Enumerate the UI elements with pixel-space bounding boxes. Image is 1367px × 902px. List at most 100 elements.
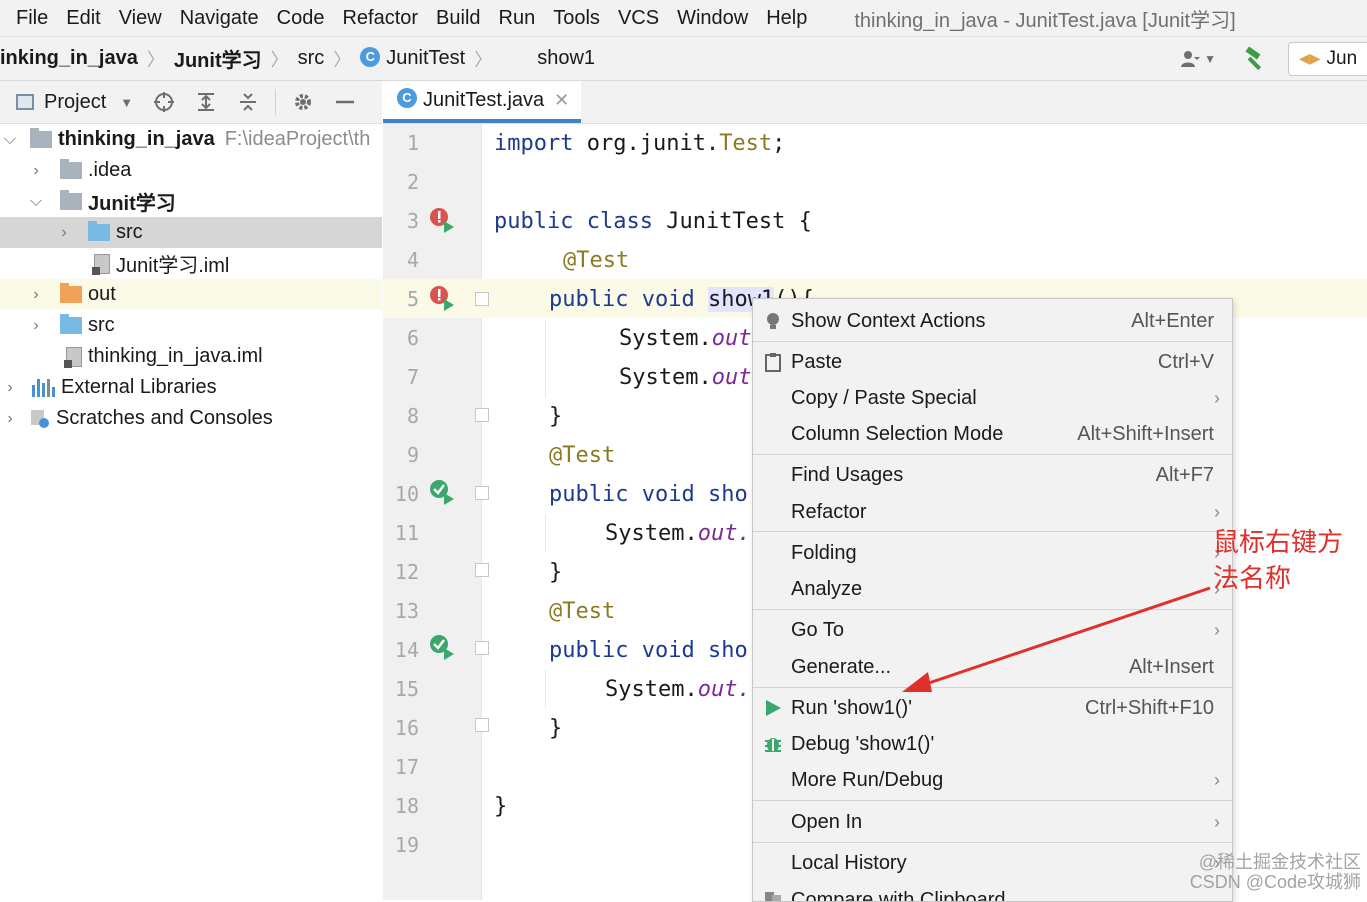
tree-item-out[interactable]: › out	[0, 279, 382, 310]
menu-item-more-run-debug[interactable]: More Run/Debug ›	[753, 763, 1232, 797]
fold-marker-icon[interactable]	[475, 718, 489, 732]
compare-icon	[765, 892, 781, 901]
tree-item-external-libraries[interactable]: › External Libraries	[0, 372, 382, 403]
chevron-right-icon[interactable]: ›	[26, 162, 46, 180]
breadcrumb-project[interactable]: inking_in_java	[0, 47, 138, 70]
chevron-right-icon: 〉	[333, 49, 352, 70]
menu-file[interactable]: File	[0, 7, 57, 30]
menu-run[interactable]: Run	[490, 7, 545, 30]
folder-icon	[60, 159, 82, 179]
fold-marker-icon[interactable]	[475, 408, 489, 422]
chevron-right-icon[interactable]: ›	[26, 286, 46, 304]
menu-code[interactable]: Code	[268, 7, 334, 30]
line-number: 11	[394, 521, 419, 545]
build-hammer-icon[interactable]	[1242, 46, 1268, 72]
navigation-bar: inking_in_java 〉 Junit学习 〉 src 〉 C JunitT…	[0, 37, 1367, 81]
code-line-3: public class JunitTest {	[494, 209, 812, 234]
menu-help[interactable]: Help	[757, 7, 816, 30]
code-line-18: }	[494, 794, 508, 819]
chevron-down-icon[interactable]: ▼	[120, 95, 133, 110]
menu-item-column-selection-mode[interactable]: Column Selection Mode Alt+Shift+Insert	[753, 417, 1232, 451]
breadcrumb-src[interactable]: src	[298, 47, 325, 70]
breadcrumb-module[interactable]: Junit学习	[174, 44, 262, 73]
tree-item-idea[interactable]: › .idea	[0, 155, 382, 186]
indent-guide	[545, 514, 546, 552]
menu-build[interactable]: Build	[427, 7, 489, 30]
menu-item-refactor[interactable]: Refactor ›	[753, 495, 1232, 529]
code-line-10: public void sho	[549, 482, 748, 507]
run-test-error-icon[interactable]	[429, 285, 455, 311]
tree-item-src[interactable]: › src	[0, 310, 382, 341]
menu-item-generate[interactable]: Generate... Alt+Insert	[753, 650, 1232, 684]
collapse-all-icon[interactable]	[235, 89, 261, 115]
chevron-right-icon[interactable]: ›	[0, 379, 20, 397]
tree-item-src-selected[interactable]: › src	[0, 217, 382, 248]
tree-item-scratches[interactable]: › Scratches and Consoles	[0, 403, 382, 434]
line-number: 8	[406, 404, 419, 428]
run-class-error-icon[interactable]	[429, 207, 455, 233]
tab-junittest-java[interactable]: C JunitTest.java ✕	[383, 81, 581, 123]
module-folder-icon	[30, 128, 52, 148]
line-number: 14	[394, 638, 419, 662]
menu-item-local-history[interactable]: Local History ›	[753, 846, 1232, 880]
chevron-down-icon[interactable]: ▼	[1204, 52, 1216, 66]
menu-item-debug-show1[interactable]: Debug 'show1()'	[753, 727, 1232, 761]
gear-icon[interactable]	[290, 89, 316, 115]
menu-separator	[753, 800, 1232, 801]
line-number: 10	[394, 482, 419, 506]
tree-item-junit-iml[interactable]: Junit学习.iml	[0, 248, 382, 279]
menu-edit[interactable]: Edit	[57, 7, 109, 30]
code-line-1: import org.junit.Test;	[494, 131, 786, 156]
close-icon[interactable]: ✕	[554, 90, 569, 111]
chevron-right-icon[interactable]: ›	[0, 410, 20, 428]
menu-item-copy-paste-special[interactable]: Copy / Paste Special ›	[753, 381, 1232, 415]
code-line-11: System.out.	[605, 521, 751, 546]
breadcrumb-method[interactable]: show1	[537, 47, 595, 70]
user-icon[interactable]	[1180, 49, 1201, 69]
clipboard-icon	[765, 353, 781, 372]
tree-item-project-iml[interactable]: thinking_in_java.iml	[0, 341, 382, 372]
menu-window[interactable]: Window	[668, 7, 757, 30]
project-view-selector[interactable]: Project	[44, 91, 106, 114]
menu-item-folding[interactable]: Folding ›	[753, 536, 1232, 570]
menu-refactor[interactable]: Refactor	[333, 7, 427, 30]
locate-crosshair-icon[interactable]	[151, 89, 177, 115]
tree-item-thinking-in-java[interactable]: ⌵ thinking_in_java F:\ideaProject\th	[0, 124, 382, 155]
tree-item-junit-module[interactable]: ⌵ Junit学习	[0, 186, 382, 217]
menu-tools[interactable]: Tools	[544, 7, 609, 30]
menu-view[interactable]: View	[110, 7, 171, 30]
menu-item-find-usages[interactable]: Find Usages Alt+F7	[753, 458, 1232, 492]
project-view-icon	[16, 94, 34, 110]
menu-item-run-show1[interactable]: Run 'show1()' Ctrl+Shift+F10	[753, 691, 1232, 725]
chevron-down-icon[interactable]: ⌵	[0, 131, 20, 149]
chevron-right-icon[interactable]: ›	[54, 224, 74, 242]
menu-item-open-in[interactable]: Open In ›	[753, 805, 1232, 839]
chevron-down-icon[interactable]: ⌵	[26, 193, 46, 211]
menu-item-compare-with-clipboard[interactable]: Compare with Clipboard	[753, 883, 1232, 901]
editor-tab-bar: C JunitTest.java ✕	[383, 81, 1367, 124]
menu-navigate[interactable]: Navigate	[171, 7, 268, 30]
fold-marker-icon[interactable]	[475, 641, 489, 655]
fold-marker-icon[interactable]	[475, 292, 489, 306]
fold-marker-icon[interactable]	[475, 563, 489, 577]
line-number: 19	[394, 833, 419, 857]
menu-item-paste[interactable]: Paste Ctrl+V	[753, 345, 1232, 379]
code-line-12: }	[549, 560, 563, 585]
breadcrumb-class[interactable]: C JunitTest	[360, 46, 465, 70]
source-folder-icon	[88, 221, 110, 241]
code-line-7: System.out	[619, 365, 752, 390]
menu-item-show-context-actions[interactable]: Show Context Actions Alt+Enter	[753, 304, 1232, 338]
line-number: 4	[406, 248, 419, 272]
menu-item-analyze[interactable]: Analyze ›	[753, 572, 1232, 606]
code-line-14: public void sho	[549, 638, 748, 663]
run-test-passed-icon[interactable]	[429, 479, 455, 505]
chevron-right-icon[interactable]: ›	[26, 317, 46, 335]
menu-vcs[interactable]: VCS	[609, 7, 668, 30]
hide-panel-icon[interactable]	[332, 89, 358, 115]
menu-item-go-to[interactable]: Go To ›	[753, 613, 1232, 647]
expand-all-icon[interactable]	[193, 89, 219, 115]
run-play-icon	[766, 700, 781, 716]
run-test-passed-icon[interactable]	[429, 634, 455, 660]
run-configuration-selector[interactable]: ◀▶ Jun	[1288, 41, 1367, 76]
fold-marker-icon[interactable]	[475, 486, 489, 500]
